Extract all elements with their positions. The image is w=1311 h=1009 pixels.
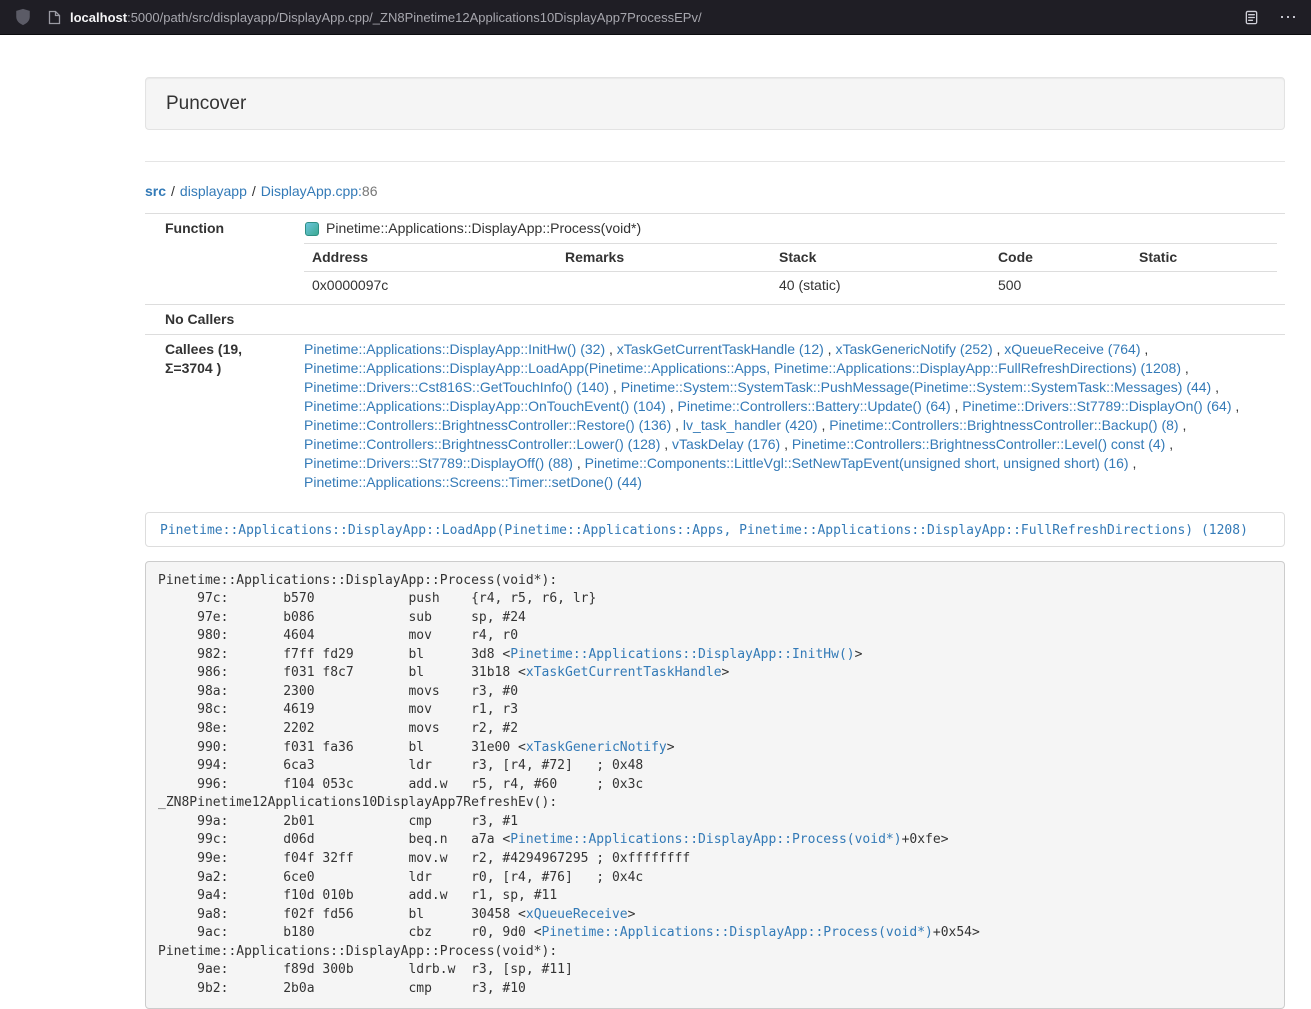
breadcrumb-src[interactable]: src <box>145 183 166 199</box>
function-label: Function <box>145 214 290 305</box>
callee-link[interactable]: Pinetime::Components::LittleVgl::SetNewT… <box>585 455 1129 471</box>
callee-link[interactable]: Pinetime::Drivers::Cst816S::GetTouchInfo… <box>304 379 609 395</box>
col-static: Static <box>1131 244 1277 272</box>
stats-header-row: Address Remarks Stack Code Static <box>304 244 1277 272</box>
callee-link[interactable]: Pinetime::Drivers::St7789::DisplayOn() (… <box>962 398 1231 414</box>
disassembly-code: Pinetime::Applications::DisplayApp::Proc… <box>145 561 1285 1009</box>
callee-link[interactable]: xTaskGenericNotify (252) <box>835 341 992 357</box>
breadcrumb-file[interactable]: DisplayApp.cpp: <box>261 183 362 199</box>
function-name: Pinetime::Applications::DisplayApp::Proc… <box>326 219 641 238</box>
callee-link[interactable]: Pinetime::Controllers::BrightnessControl… <box>792 436 1165 452</box>
value-remarks <box>557 272 771 300</box>
toolbar-actions: ⋯ <box>1244 8 1297 26</box>
callee-link[interactable]: xTaskGetCurrentTaskHandle (12) <box>617 341 824 357</box>
value-static <box>1131 272 1277 300</box>
more-menu-icon[interactable]: ⋯ <box>1279 8 1297 26</box>
callees-row: Callees (19, Σ=3704 ) Pinetime::Applicat… <box>145 335 1285 498</box>
function-icon <box>304 221 320 237</box>
no-callers-row: No Callers <box>145 305 1285 335</box>
breadcrumb-separator: / <box>171 183 175 199</box>
function-name-line: Pinetime::Applications::DisplayApp::Proc… <box>304 219 1277 238</box>
function-stats-table: Address Remarks Stack Code Static 0x0000… <box>304 243 1277 299</box>
callee-link[interactable]: Pinetime::Controllers::BrightnessControl… <box>829 417 1178 433</box>
url-host: localhost <box>70 10 127 25</box>
col-code: Code <box>990 244 1131 272</box>
callees-list: Pinetime::Applications::DisplayApp::Init… <box>290 335 1285 498</box>
callee-link[interactable]: Pinetime::Applications::DisplayApp::OnTo… <box>304 398 666 414</box>
callee-link[interactable]: Pinetime::Drivers::St7789::DisplayOff() … <box>304 455 573 471</box>
code-symbol-link[interactable]: Pinetime::Applications::DisplayApp::Proc… <box>510 832 901 847</box>
highlighted-callee-link[interactable]: Pinetime::Applications::DisplayApp::Load… <box>160 523 1248 538</box>
col-stack: Stack <box>771 244 990 272</box>
divider <box>145 161 1285 162</box>
callee-link[interactable]: Pinetime::Applications::Screens::Timer::… <box>304 474 642 490</box>
app-header-panel: Puncover <box>145 77 1285 130</box>
app-title: Puncover <box>166 92 1264 115</box>
col-address: Address <box>304 244 557 272</box>
reader-view-icon[interactable] <box>1244 10 1259 25</box>
col-remarks: Remarks <box>557 244 771 272</box>
callee-link[interactable]: vTaskDelay (176) <box>672 436 780 452</box>
callee-link[interactable]: xQueueReceive (764) <box>1004 341 1140 357</box>
callee-link[interactable]: Pinetime::System::SystemTask::PushMessag… <box>621 379 1212 395</box>
shield-icon[interactable] <box>14 8 32 26</box>
content-container: Puncover src / displayapp / DisplayApp.cpp:8… <box>145 77 1285 1009</box>
line-number: 86 <box>362 183 378 199</box>
no-callers-cell <box>290 305 1285 335</box>
browser-toolbar: localhost:5000/path/src/displayapp/Displ… <box>0 0 1311 35</box>
callee-link[interactable]: Pinetime::Controllers::BrightnessControl… <box>304 436 660 452</box>
callees-label: Callees (19, Σ=3704 ) <box>145 335 290 498</box>
function-row: Function Pinetime::Applications::Display… <box>145 214 1285 305</box>
page-content: Puncover src / displayapp / DisplayApp.cpp:8… <box>0 35 1311 1009</box>
function-table: Function Pinetime::Applications::Display… <box>145 213 1285 497</box>
url-bar[interactable]: localhost:5000/path/src/displayapp/Displ… <box>48 10 1228 25</box>
no-callers-label: No Callers <box>145 305 290 335</box>
callee-link[interactable]: lv_task_handler (420) <box>683 417 818 433</box>
value-stack: 40 (static) <box>771 272 990 300</box>
code-symbol-link[interactable]: xQueueReceive <box>526 907 628 922</box>
value-address: 0x0000097c <box>304 272 557 300</box>
callee-link[interactable]: Pinetime::Applications::DisplayApp::Load… <box>304 360 1181 376</box>
url-path: :5000/path/src/displayapp/DisplayApp.cpp… <box>127 10 702 25</box>
value-code: 500 <box>990 272 1131 300</box>
code-symbol-link[interactable]: xTaskGetCurrentTaskHandle <box>526 665 722 680</box>
breadcrumb-displayapp[interactable]: displayapp <box>180 183 247 199</box>
stats-value-row: 0x0000097c 40 (static) 500 <box>304 272 1277 300</box>
callee-link[interactable]: Pinetime::Controllers::BrightnessControl… <box>304 417 671 433</box>
breadcrumb-separator: / <box>252 183 256 199</box>
page-icon <box>48 10 61 25</box>
code-symbol-link[interactable]: xTaskGenericNotify <box>526 740 667 755</box>
highlighted-callee-box: Pinetime::Applications::DisplayApp::Load… <box>145 512 1285 547</box>
code-symbol-link[interactable]: Pinetime::Applications::DisplayApp::Init… <box>510 647 854 662</box>
code-symbol-link[interactable]: Pinetime::Applications::DisplayApp::Proc… <box>542 925 933 940</box>
callee-link[interactable]: Pinetime::Applications::DisplayApp::Init… <box>304 341 605 357</box>
callee-link[interactable]: Pinetime::Controllers::Battery::Update()… <box>678 398 951 414</box>
breadcrumb: src / displayapp / DisplayApp.cpp:86 <box>145 181 1285 201</box>
